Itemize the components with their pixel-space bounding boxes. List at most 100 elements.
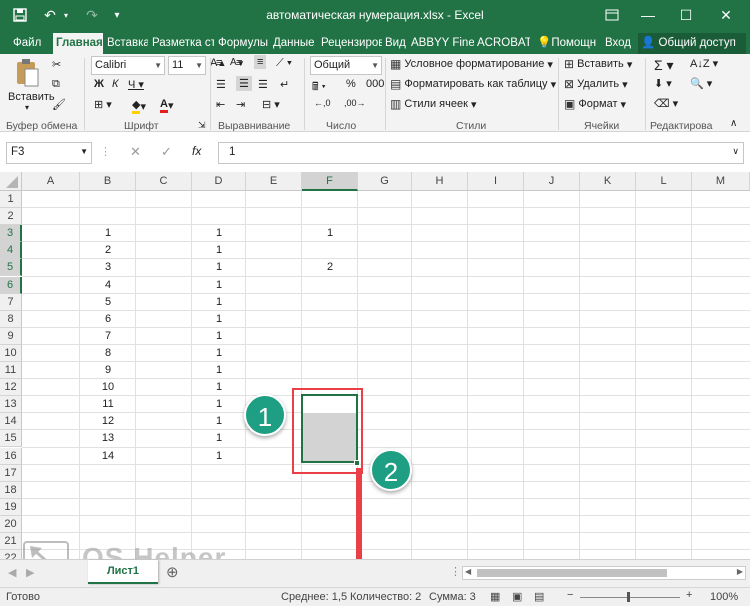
enter-icon[interactable]: ✓	[161, 144, 172, 160]
delete-cells-button[interactable]: ⊠ Удалить ▾	[564, 77, 628, 91]
accounting-format-icon[interactable]: 🖩 ▾	[312, 78, 326, 97]
column-header[interactable]: H	[412, 172, 468, 191]
fill-color-icon[interactable]: ◆ ▾	[132, 98, 146, 114]
cell-b[interactable]: 14	[80, 448, 136, 465]
cell-b[interactable]: 3	[80, 259, 136, 276]
underline-icon[interactable]: Ч ▾	[128, 78, 144, 91]
zoom-slider-thumb[interactable]	[627, 592, 630, 602]
row-header[interactable]: 3	[0, 225, 22, 243]
increase-decimal-icon[interactable]: ←,0	[314, 98, 331, 108]
share-button[interactable]: 👤 Общий доступ	[638, 33, 746, 54]
align-right-icon[interactable]: ☰	[258, 78, 268, 91]
cut-icon[interactable]: ✂	[52, 58, 61, 71]
row-header[interactable]: 7	[0, 293, 22, 311]
copy-icon[interactable]: ⧉	[52, 78, 60, 91]
find-select-icon[interactable]: 🔍 ▾	[690, 77, 712, 90]
autosum-icon[interactable]: Σ ▾	[654, 57, 674, 74]
font-name-select[interactable]: Calibri ▼	[91, 56, 165, 75]
cell-b[interactable]: 8	[80, 345, 136, 362]
align-top-icon[interactable]: ≡	[216, 57, 222, 69]
tab-review[interactable]: Рецензиров	[318, 33, 382, 54]
cell-b[interactable]: 4	[80, 277, 136, 294]
cell-d[interactable]: 1	[192, 362, 246, 379]
italic-icon[interactable]: К	[112, 78, 118, 90]
cell-d[interactable]: 1	[192, 448, 246, 465]
fill-icon[interactable]: ⬇ ▾	[654, 77, 672, 90]
borders-icon[interactable]: ⊞ ▾	[94, 98, 112, 111]
cell-b[interactable]: 5	[80, 294, 136, 311]
row-header[interactable]: 4	[0, 242, 22, 260]
number-format-select[interactable]: Общий ▼	[310, 56, 382, 75]
align-middle-icon[interactable]: ≡	[236, 57, 242, 69]
cancel-icon[interactable]: ✕	[130, 144, 141, 160]
column-header[interactable]: F	[302, 172, 358, 191]
font-color-icon[interactable]: A ▾	[160, 98, 173, 113]
zoom-in-icon[interactable]: +	[686, 589, 692, 601]
row-header[interactable]: 22	[0, 550, 22, 559]
row-header[interactable]: 6	[0, 276, 22, 294]
next-sheet-icon[interactable]: ▶	[26, 566, 34, 579]
row-header[interactable]: 19	[0, 498, 22, 516]
sheet-tab-1[interactable]: Лист1	[88, 560, 158, 584]
tab-tell-me[interactable]: 💡Помощн	[534, 33, 599, 54]
page-break-view-icon[interactable]: ▤	[534, 590, 544, 603]
paste-button[interactable]: Вставить ▾	[8, 58, 55, 114]
row-header[interactable]: 20	[0, 515, 22, 533]
column-header[interactable]: J	[524, 172, 580, 191]
horizontal-scrollbar[interactable]: ◀ ▶	[462, 566, 746, 580]
tab-insert[interactable]: Вставка	[104, 33, 148, 54]
cell-d[interactable]: 1	[192, 259, 246, 276]
font-size-select[interactable]: 11 ▼	[168, 56, 206, 75]
decrease-decimal-icon[interactable]: ,00→	[344, 98, 366, 108]
page-layout-view-icon[interactable]: ▣	[512, 590, 522, 603]
column-header[interactable]: C	[136, 172, 192, 191]
cell-d[interactable]: 1	[192, 413, 246, 430]
align-center-icon[interactable]: ☰	[236, 76, 252, 91]
cell-b[interactable]: 12	[80, 413, 136, 430]
format-painter-icon[interactable]: 🖌	[52, 98, 66, 111]
close-icon[interactable]: ✕	[706, 0, 746, 30]
percent-icon[interactable]: %	[346, 78, 356, 90]
decrease-indent-icon[interactable]: ⇤	[216, 98, 225, 111]
tab-page-layout[interactable]: Разметка стр	[149, 33, 214, 54]
cell-b[interactable]: 13	[80, 430, 136, 447]
row-header[interactable]: 10	[0, 344, 22, 362]
comma-style-icon[interactable]: 000	[366, 78, 384, 90]
align-bottom-icon[interactable]: ≡	[254, 55, 267, 69]
zoom-level[interactable]: 100%	[710, 591, 738, 603]
conditional-formatting-button[interactable]: ▦ Условное форматирование ▾	[390, 57, 553, 71]
scroll-right-icon[interactable]: ▶	[737, 567, 743, 576]
formula-input[interactable]: 1 ∨	[218, 142, 744, 164]
row-header[interactable]: 12	[0, 379, 22, 397]
bold-icon[interactable]: Ж	[94, 78, 104, 90]
tab-formulas[interactable]: Формулы	[215, 33, 270, 54]
row-header[interactable]: 18	[0, 481, 22, 499]
prev-sheet-icon[interactable]: ◀	[8, 566, 16, 579]
cell-d[interactable]: 1	[192, 328, 246, 345]
cell-d[interactable]: 1	[192, 294, 246, 311]
column-header[interactable]: M	[692, 172, 750, 191]
add-sheet-icon[interactable]: ⊕	[166, 563, 179, 581]
cell-d[interactable]: 1	[192, 242, 246, 259]
tab-split-icon[interactable]: ⋮	[450, 565, 461, 578]
format-cells-button[interactable]: ▣ Формат ▾	[564, 97, 626, 111]
tab-home[interactable]: Главная	[53, 33, 103, 54]
row-header[interactable]: 9	[0, 327, 22, 345]
row-header[interactable]: 21	[0, 533, 22, 550]
format-as-table-button[interactable]: ▤ Форматировать как таблицу ▾	[390, 77, 556, 91]
expand-formula-icon[interactable]: ∨	[732, 146, 739, 157]
tab-acrobat[interactable]: ACROBAT	[474, 33, 530, 54]
cell-b[interactable]: 2	[80, 242, 136, 259]
row-header[interactable]: 16	[0, 447, 22, 465]
cell-b[interactable]: 11	[80, 396, 136, 413]
cell-b[interactable]: 9	[80, 362, 136, 379]
column-header[interactable]: B	[80, 172, 136, 191]
zoom-slider[interactable]	[580, 597, 680, 598]
row-header[interactable]: 15	[0, 430, 22, 448]
select-all-corner[interactable]	[0, 172, 22, 191]
align-left-icon[interactable]: ☰	[216, 78, 226, 91]
scroll-left-icon[interactable]: ◀	[465, 567, 471, 576]
column-header[interactable]: L	[636, 172, 692, 191]
row-header[interactable]: 11	[0, 362, 22, 379]
column-header[interactable]: A	[22, 172, 80, 191]
